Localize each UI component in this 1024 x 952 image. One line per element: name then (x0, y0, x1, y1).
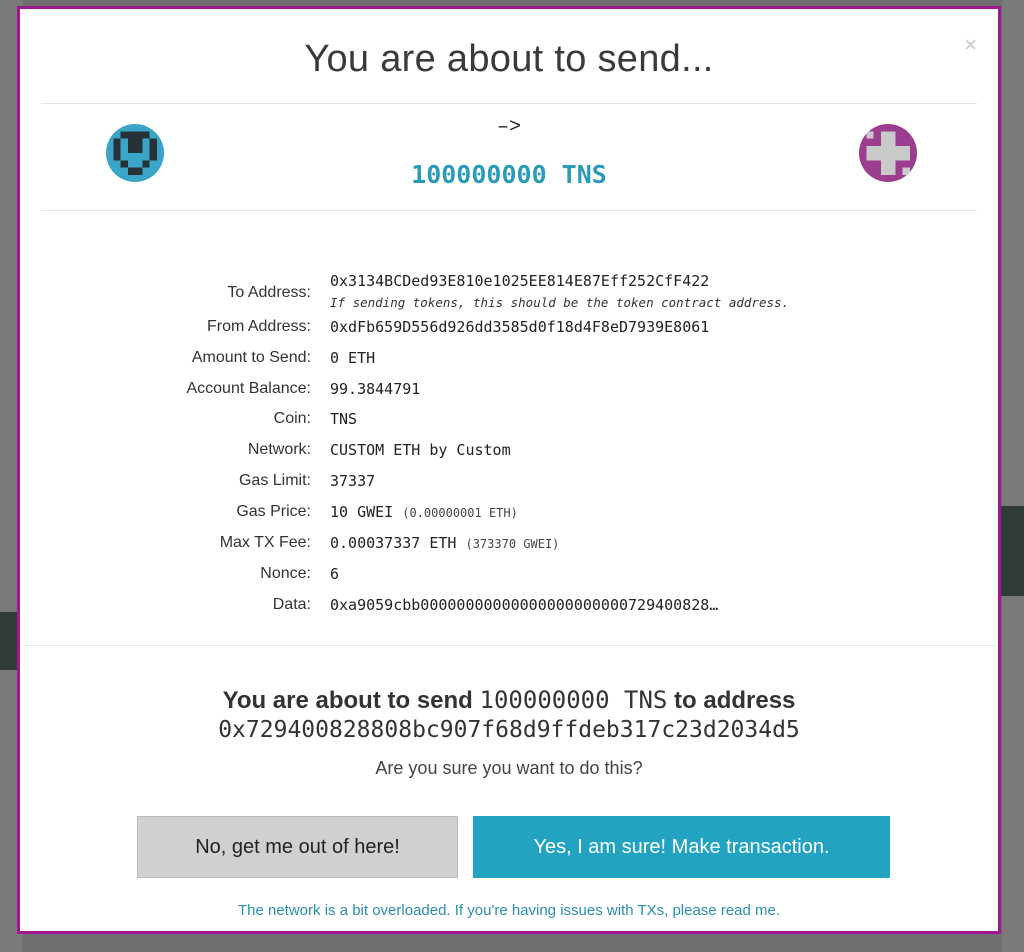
gas-limit-value: 37337 (330, 472, 376, 490)
nonce-value: 6 (330, 565, 340, 583)
detail-label: Network: (247, 441, 311, 458)
data-value: 0xa9059cbb000000000000000000000007294008… (330, 596, 719, 614)
detail-label: Account Balance: (186, 380, 311, 397)
divider (23, 645, 995, 646)
background-bar (0, 612, 17, 670)
detail-label: From Address: (206, 318, 311, 335)
gas-price-value: 10 GWEI (0.00000001 ETH) (330, 503, 518, 521)
background-page-right (1002, 0, 1024, 952)
gas-price-main: 10 GWEI (330, 503, 394, 521)
max-fee-main: 0.00037337 ETH (330, 534, 457, 552)
detail-label: Gas Limit: (238, 472, 311, 489)
detail-row-coin: Coin: TNS (23, 410, 995, 440)
max-fee-value: 0.00037337 ETH (373370 GWEI) (330, 534, 559, 552)
confirm-question: Are you sure you want to do this? (375, 758, 643, 778)
send-amount-heading: 100000000 TNS (411, 160, 607, 189)
detail-row-network: Network: CUSTOM ETH by Custom (23, 441, 995, 471)
amount-value: 0 ETH (330, 349, 376, 367)
detail-label: Nonce: (260, 565, 311, 582)
detail-row-amount: Amount to Send: 0 ETH (23, 349, 995, 379)
divider (41, 210, 977, 211)
confirm-address: 0x729400828808bc907f68d9ffdeb317c23d2034… (218, 717, 800, 743)
detail-row-to-address: To Address: 0x3134BCDed93E810e1025EE814E… (23, 270, 995, 310)
detail-label: To Address: (227, 284, 311, 301)
detail-row-max-fee: Max TX Fee: 0.00037337 ETH (373370 GWEI) (23, 534, 995, 564)
detail-row-data: Data: 0xa9059cbb000000000000000000000007… (23, 596, 995, 626)
detail-label: Gas Price: (236, 503, 311, 520)
network-overloaded-link[interactable]: The network is a bit overloaded. If you'… (23, 902, 995, 919)
max-fee-gwei: (373370 GWEI) (465, 537, 560, 551)
gas-price-eth: (0.00000001 ETH) (402, 506, 518, 520)
detail-row-balance: Account Balance: 99.3844791 (23, 380, 995, 410)
detail-label: Data: (272, 596, 311, 613)
cancel-button[interactable]: No, get me out of here! (137, 816, 458, 878)
detail-label: Amount to Send: (191, 349, 311, 366)
from-address-value: 0xdFb659D556d926dd3585d0f18d4F8eD7939E80… (330, 318, 710, 336)
background-bar (1001, 506, 1024, 596)
detail-row-gas-price: Gas Price: 10 GWEI (0.00000001 ETH) (23, 503, 995, 533)
divider (41, 103, 977, 104)
confirm-suffix: to address (674, 687, 796, 714)
token-contract-hint: If sending tokens, this should be the to… (330, 295, 790, 310)
make-transaction-button[interactable]: Yes, I am sure! Make transaction. (473, 816, 890, 878)
confirm-amount: 100000000 TNS (479, 686, 668, 714)
detail-row-nonce: Nonce: 6 (23, 565, 995, 595)
detail-row-from-address: From Address: 0xdFb659D556d926dd3585d0f1… (23, 318, 995, 348)
balance-value: 99.3844791 (330, 380, 421, 398)
confirm-summary: You are about to send 100000000 TNS to a… (23, 686, 995, 715)
send-confirmation-modal: × You are about to send... –> 100000000 … (23, 12, 995, 928)
confirm-prefix: You are about to send (222, 687, 473, 714)
to-address-value: 0x3134BCDed93E810e1025EE814E87Eff252CfF4… (330, 272, 710, 290)
modal-title: You are about to send... (304, 38, 714, 80)
network-value: CUSTOM ETH by Custom (330, 441, 511, 459)
coin-value: TNS (330, 410, 358, 428)
detail-row-gas-limit: Gas Limit: 37337 (23, 472, 995, 502)
modal-frame: × You are about to send... –> 100000000 … (17, 6, 1001, 934)
detail-label: Coin: (273, 410, 311, 427)
to-identicon (859, 124, 917, 182)
transfer-arrow: –> (496, 116, 521, 139)
detail-label: Max TX Fee: (219, 534, 311, 551)
